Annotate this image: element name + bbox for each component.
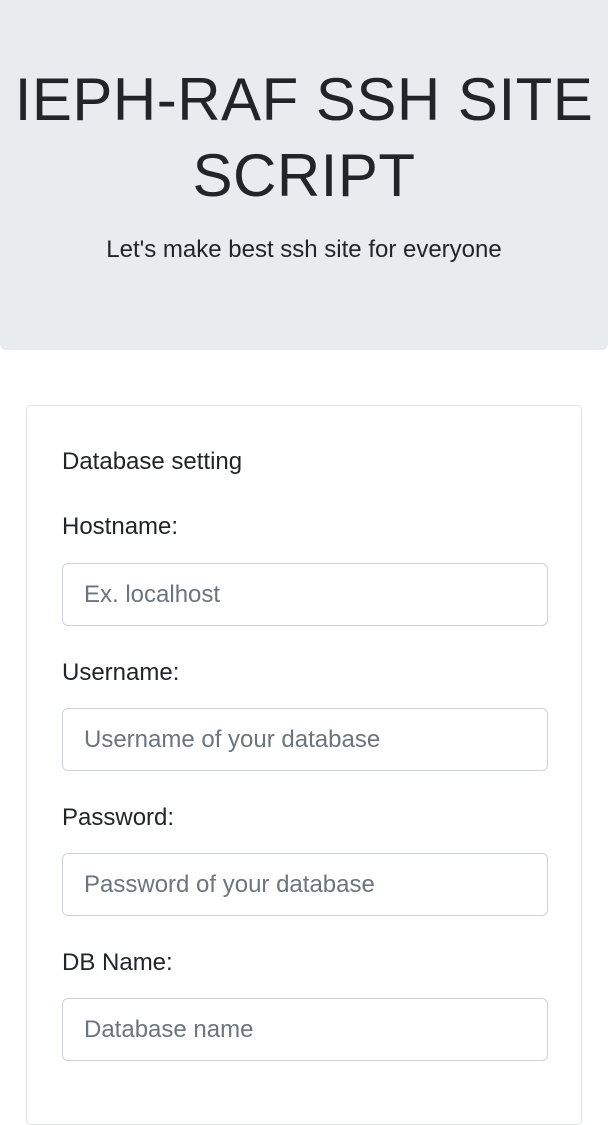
section-title: Database setting — [62, 448, 243, 475]
db-name-label: DB Name: — [62, 949, 173, 976]
hostname-label: Hostname: — [62, 513, 179, 540]
site-title: IEPH-RAF SSH SITE SCRIPT — [14, 66, 594, 209]
password-label: Password: — [62, 804, 175, 831]
password-input[interactable] — [62, 853, 548, 916]
username-label: Username: — [62, 659, 180, 686]
header-jumbotron: IEPH-RAF SSH SITE SCRIPT Let's make best… — [0, 0, 608, 350]
database-settings-card: Database setting Hostname: Username: Pas… — [26, 405, 582, 1125]
username-input[interactable] — [62, 708, 548, 771]
hostname-input[interactable] — [62, 563, 548, 626]
site-subtitle: Let's make best ssh site for everyone — [106, 236, 502, 263]
db-name-input[interactable] — [62, 998, 548, 1061]
